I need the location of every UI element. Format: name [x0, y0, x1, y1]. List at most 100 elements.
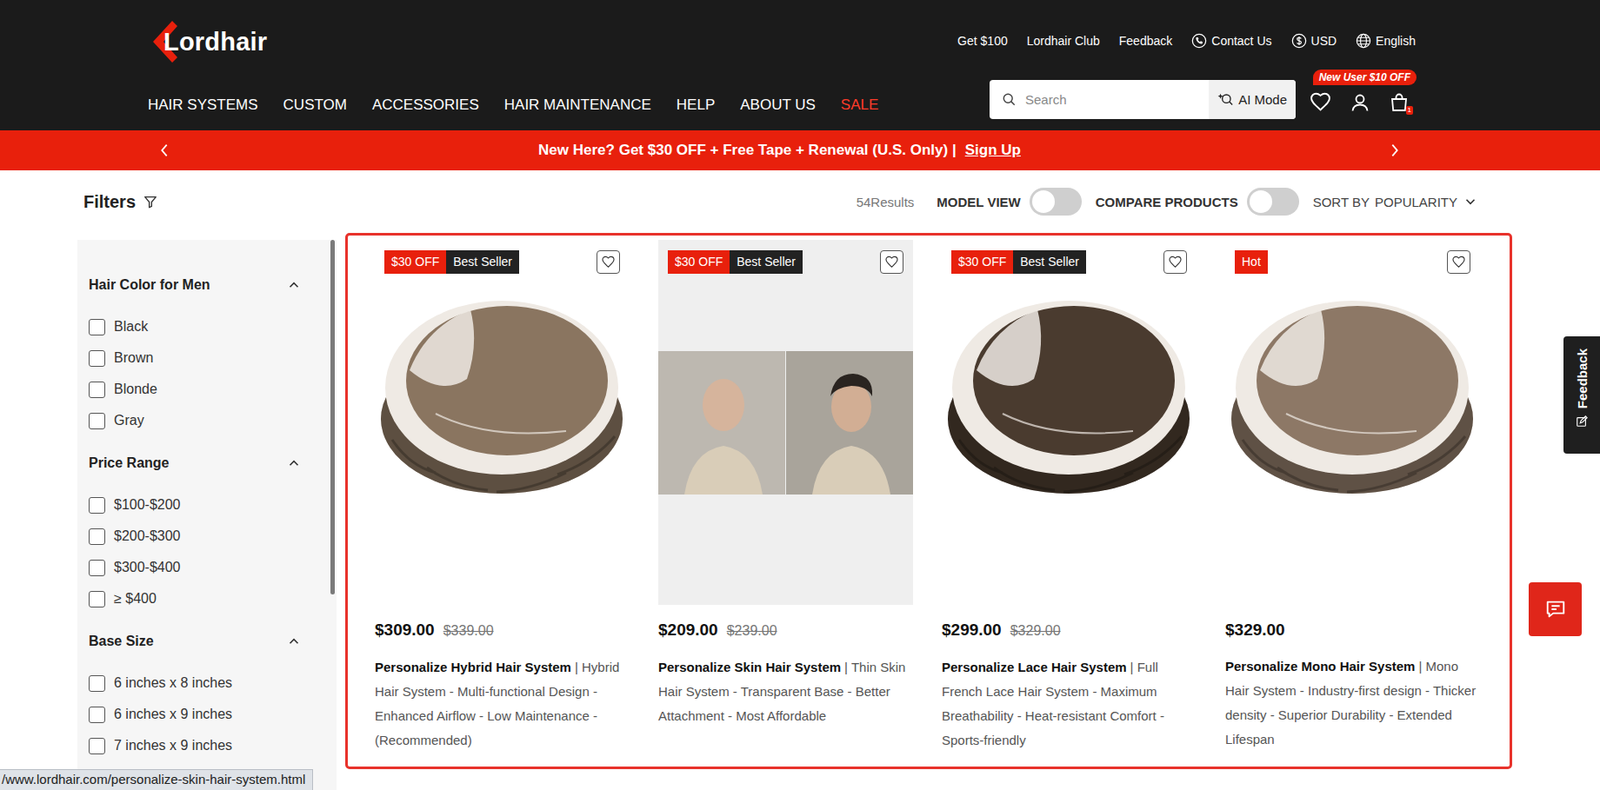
filters-label[interactable]: Filters: [83, 192, 136, 213]
filter-option[interactable]: $200-$300: [88, 520, 302, 553]
top-link[interactable]: English: [1355, 33, 1416, 49]
sort-value[interactable]: POPULARITY: [1374, 194, 1458, 210]
checkbox[interactable]: [88, 738, 106, 755]
filter-title[interactable]: Base Size: [88, 633, 154, 650]
top-link[interactable]: Get $100: [957, 33, 1008, 48]
top-link-label[interactable]: Get $100: [957, 33, 1008, 48]
product-image[interactable]: Hot: [1225, 240, 1480, 606]
search-input[interactable]: [1023, 91, 1209, 108]
filter-option[interactable]: Black: [88, 311, 302, 343]
top-link[interactable]: Lordhair Club: [1026, 33, 1100, 48]
product-title[interactable]: Personalize Hybrid Hair System: [374, 660, 572, 675]
product-card[interactable]: $30 OFFBest Seller$209.00$239.00Personal…: [658, 240, 914, 754]
nav-item[interactable]: ACCESSORIES: [372, 95, 480, 115]
filter-option[interactable]: ≥ $400: [88, 583, 302, 615]
checkbox[interactable]: [88, 560, 106, 577]
product-image[interactable]: $30 OFFBest Seller: [941, 240, 1197, 606]
checkbox[interactable]: [88, 497, 106, 514]
search-field[interactable]: [989, 80, 1209, 120]
chat-button[interactable]: [1528, 582, 1582, 637]
collapse-chevron-icon[interactable]: [286, 455, 302, 472]
nav-item[interactable]: HAIR MAINTENANCE: [504, 95, 652, 115]
wishlist-heart-icon[interactable]: [1309, 91, 1332, 114]
option-label[interactable]: 6 inches x 8 inches: [113, 675, 233, 692]
account-user-icon[interactable]: [1349, 92, 1371, 114]
product-card[interactable]: Hot$329.00Personalize Mono Hair System| …: [1225, 240, 1480, 754]
checkbox[interactable]: [88, 413, 106, 430]
option-label[interactable]: Black: [113, 319, 148, 335]
filter-option[interactable]: 7 inches x 9 inches: [88, 730, 302, 762]
favorite-button[interactable]: [1446, 250, 1471, 274]
feedback-tab[interactable]: Feedback: [1563, 336, 1600, 454]
option-label[interactable]: Brown: [113, 350, 154, 367]
option-label[interactable]: $200-$300: [113, 528, 181, 545]
top-link[interactable]: Contact Us: [1191, 33, 1272, 49]
logo[interactable]: Lordhair: [147, 19, 879, 65]
sign-up-link[interactable]: Sign Up: [965, 141, 1021, 160]
feedback-tab-label[interactable]: Feedback: [1574, 348, 1590, 409]
product-title[interactable]: Personalize Mono Hair System: [1225, 659, 1415, 674]
option-label[interactable]: 7 inches x 9 inches: [113, 738, 233, 754]
filter-option[interactable]: $100-$200: [88, 489, 302, 521]
checkbox[interactable]: [88, 675, 106, 693]
prev-chevron-icon[interactable]: [159, 142, 170, 159]
favorite-button[interactable]: [596, 250, 620, 274]
filter-option[interactable]: $300-$400: [88, 552, 302, 584]
checkbox[interactable]: [88, 381, 106, 399]
product-text[interactable]: Personalize Hybrid Hair System| Hybrid H…: [374, 655, 630, 754]
collapse-chevron-icon[interactable]: [286, 633, 302, 650]
top-link-label[interactable]: Lordhair Club: [1026, 33, 1100, 48]
product-card[interactable]: $30 OFFBest Seller$309.00$339.00Personal…: [374, 240, 630, 754]
scrollbar-thumb[interactable]: [330, 240, 335, 595]
option-label[interactable]: 6 inches x 9 inches: [113, 706, 233, 723]
checkbox[interactable]: [88, 591, 106, 608]
filter-option[interactable]: 6 inches x 8 inches: [88, 667, 302, 700]
nav-item[interactable]: HAIR SYSTEMS: [147, 95, 259, 115]
logo-text[interactable]: Lordhair: [163, 27, 267, 57]
product-text[interactable]: Personalize Mono Hair System| Mono Hair …: [1225, 654, 1480, 753]
favorite-button[interactable]: [1163, 250, 1187, 274]
top-link-label[interactable]: USD: [1311, 33, 1338, 48]
filter-option[interactable]: Brown: [88, 342, 302, 374]
sort-dropdown[interactable]: SORT BYPOPULARITY: [1313, 193, 1479, 210]
filter-option[interactable]: Gray: [88, 405, 302, 437]
checkbox[interactable]: [88, 319, 106, 336]
product-title[interactable]: Personalize Lace Hair System: [941, 660, 1127, 675]
product-title[interactable]: Personalize Skin Hair System: [658, 660, 841, 675]
filter-title[interactable]: Price Range: [88, 455, 169, 472]
toggle-switch[interactable]: [1029, 187, 1082, 216]
top-link-label[interactable]: Contact Us: [1211, 33, 1272, 48]
filter-option[interactable]: Blonde: [88, 373, 302, 406]
checkbox[interactable]: [88, 528, 106, 546]
product-card[interactable]: $30 OFFBest Seller$299.00$329.00Personal…: [941, 240, 1197, 754]
favorite-button[interactable]: [880, 250, 904, 274]
filter-section-title[interactable]: Base Size: [88, 630, 302, 654]
sort-label[interactable]: SORT BY: [1313, 194, 1370, 210]
option-label[interactable]: Gray: [113, 413, 145, 429]
option-label[interactable]: $100-$200: [113, 497, 181, 514]
product-text[interactable]: Personalize Skin Hair System| Thin Skin …: [658, 655, 914, 729]
cart-button[interactable]: 1: [1388, 92, 1410, 114]
filter-section-title[interactable]: Price Range: [88, 452, 302, 475]
product-image[interactable]: $30 OFFBest Seller: [374, 240, 630, 606]
option-label[interactable]: $300-$400: [113, 560, 181, 576]
product-image[interactable]: $30 OFFBest Seller: [658, 240, 914, 606]
collapse-chevron-icon[interactable]: [286, 277, 302, 294]
toggle-switch[interactable]: [1246, 187, 1300, 216]
top-link-label[interactable]: English: [1375, 33, 1416, 48]
next-chevron-icon[interactable]: [1389, 142, 1400, 159]
checkbox[interactable]: [88, 350, 106, 367]
nav-item[interactable]: ABOUT US: [740, 95, 816, 115]
ai-mode-button[interactable]: AI Mode: [1208, 80, 1296, 120]
top-link[interactable]: USD: [1291, 33, 1338, 49]
product-text[interactable]: Personalize Lace Hair System| Full Frenc…: [941, 655, 1197, 754]
nav-item[interactable]: HELP: [676, 95, 715, 115]
search-box[interactable]: AI Mode: [989, 80, 1296, 120]
top-link[interactable]: Feedback: [1119, 33, 1173, 48]
nav-item[interactable]: CUSTOM: [283, 95, 347, 115]
nav-item[interactable]: SALE: [840, 95, 879, 115]
filters-heading[interactable]: Filters: [83, 192, 159, 213]
ai-mode-label[interactable]: AI Mode: [1238, 92, 1287, 107]
option-label[interactable]: ≥ $400: [113, 591, 157, 607]
filter-section-title[interactable]: Hair Color for Men: [88, 273, 302, 297]
